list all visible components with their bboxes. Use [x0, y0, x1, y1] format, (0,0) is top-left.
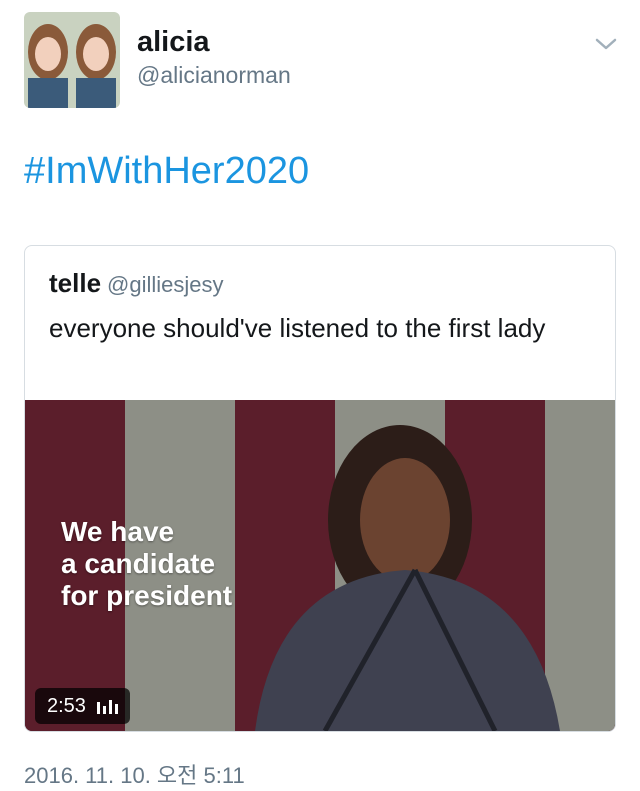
quoted-author[interactable]: telle @gilliesjesy — [49, 268, 224, 299]
quoted-author-handle: @gilliesjesy — [107, 272, 224, 297]
video-caption-line: We have — [61, 516, 175, 547]
avatar[interactable] — [24, 12, 120, 108]
quoted-author-name: telle — [49, 268, 102, 298]
video-duration-badge: 2:53 — [35, 688, 130, 724]
video-caption: We have a candidate for president — [61, 516, 232, 612]
audio-bars-icon — [96, 700, 118, 714]
author-name[interactable]: alicia — [137, 26, 210, 59]
quoted-text: everyone should've listened to the first… — [49, 313, 546, 343]
quoted-tweet[interactable]: telle @gilliesjesy everyone should've lis… — [24, 245, 616, 732]
author-handle[interactable]: @alicianorman — [137, 62, 291, 89]
chevron-down-icon[interactable] — [594, 36, 618, 52]
avatar-photo-right — [72, 12, 120, 108]
video-caption-line: for president — [61, 580, 233, 611]
tweet-timestamp[interactable]: 2016. 11. 10. 오전 5:11 — [24, 758, 245, 790]
video-duration: 2:53 — [47, 694, 86, 717]
video-player[interactable]: We have a candidate for president 2:53 — [25, 400, 615, 731]
hashtag-link[interactable]: #ImWithHer2020 — [24, 150, 309, 193]
video-caption-line: a candidate — [61, 548, 216, 579]
avatar-photo-left — [24, 12, 72, 108]
